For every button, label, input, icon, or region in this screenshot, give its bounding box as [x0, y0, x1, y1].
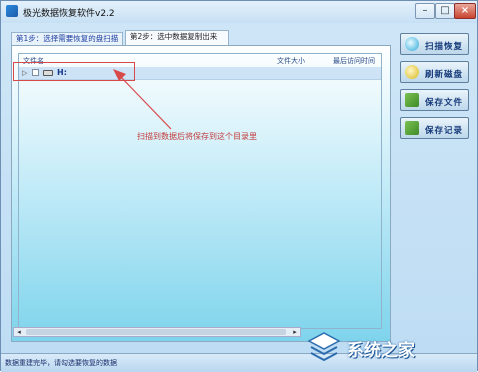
status-text: 数据重建完毕，请勾选要恢复的数据 [5, 359, 117, 367]
refresh-disk-button[interactable]: 刷新磁盘 [400, 61, 469, 83]
scroll-right-icon[interactable]: ▸ [290, 328, 300, 336]
refresh-disk-icon [405, 65, 419, 79]
app-window: 极光数据恢复软件v2.2 – □ × 第1步：选择需要恢复的盘扫描 第2步：选中… [0, 0, 478, 372]
watermark: 系统之家 [307, 329, 475, 365]
watermark-logo-icon [307, 332, 341, 361]
watermark-text: 系统之家 [347, 341, 415, 361]
save-file-button[interactable]: 保存文件 [400, 89, 469, 111]
save-file-icon [405, 93, 419, 107]
horizontal-scrollbar[interactable]: ◂ ▸ [13, 327, 301, 337]
scroll-left-icon[interactable]: ◂ [14, 328, 24, 336]
scan-recover-button[interactable]: 扫描恢复 [400, 33, 469, 55]
annotation-text: 扫描到数据后将保存到这个目录里 [137, 132, 257, 141]
scroll-thumb[interactable] [26, 329, 286, 335]
save-record-icon [405, 121, 419, 135]
annotation-arrow [113, 69, 172, 130]
save-record-button[interactable]: 保存记录 [400, 117, 469, 139]
magnifier-icon [405, 37, 419, 51]
